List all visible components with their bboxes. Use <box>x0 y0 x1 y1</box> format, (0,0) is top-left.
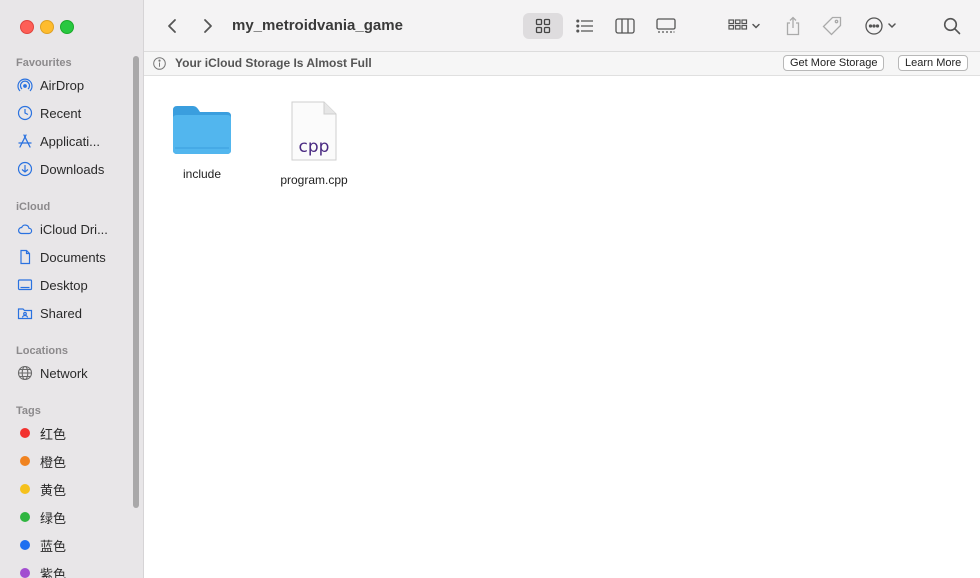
download-icon <box>16 160 34 178</box>
sidebar-item-label: Desktop <box>40 277 88 293</box>
sidebar: Favourites AirDrop Recent Applicati... D… <box>0 0 144 578</box>
share-button[interactable] <box>782 13 804 39</box>
sidebar-item-label: iCloud Dri... <box>40 221 108 237</box>
sidebar-tag-blue[interactable]: 蓝色 <box>16 534 134 556</box>
applications-icon <box>16 132 34 150</box>
minimize-window-button[interactable] <box>40 20 54 34</box>
sidebar-tag-yellow[interactable]: 黄色 <box>16 478 134 500</box>
share-icon <box>786 16 800 36</box>
sidebar-item-desktop[interactable]: Desktop <box>16 274 134 296</box>
tags-button[interactable] <box>820 13 844 39</box>
sidebar-item-icloud-drive[interactable]: iCloud Dri... <box>16 218 134 240</box>
list-icon <box>576 19 593 33</box>
close-window-button[interactable] <box>20 20 34 34</box>
sidebar-scrollbar[interactable] <box>133 56 139 508</box>
cpp-label: cpp <box>299 137 330 157</box>
view-gallery-button[interactable] <box>647 13 685 39</box>
window-title: my_metroidvania_game <box>232 17 403 34</box>
sidebar-item-label: Shared <box>40 305 82 321</box>
clock-icon <box>16 104 34 122</box>
file-item-include[interactable]: include <box>152 100 252 181</box>
sidebar-item-recent[interactable]: Recent <box>16 102 134 124</box>
chevron-right-icon <box>204 19 212 33</box>
more-actions-button[interactable] <box>862 13 902 39</box>
group-grid-icon <box>728 19 760 30</box>
sidebar-item-label: Applicati... <box>40 133 100 149</box>
sidebar-item-documents[interactable]: Documents <box>16 246 134 268</box>
search-button[interactable] <box>941 13 963 39</box>
tag-color-dot <box>20 540 30 550</box>
folder-icon <box>173 106 231 154</box>
sidebar-tag-purple[interactable]: 紫色 <box>16 562 134 578</box>
sidebar-tag-green[interactable]: 绿色 <box>16 506 134 528</box>
globe-icon <box>16 364 34 382</box>
sidebar-tag-red[interactable]: 红色 <box>16 422 134 444</box>
sidebar-item-label: Recent <box>40 105 82 121</box>
sidebar-item-label: AirDrop <box>40 77 85 93</box>
info-icon <box>153 57 166 70</box>
sidebar-item-downloads[interactable]: Downloads <box>16 158 134 180</box>
sidebar-item-applications[interactable]: Applicati... <box>16 130 134 152</box>
chevron-left-icon <box>168 19 176 33</box>
sidebar-item-label: Network <box>40 365 88 381</box>
sidebar-item-label: Documents <box>40 249 106 265</box>
airdrop-icon <box>16 76 34 94</box>
group-by-button[interactable] <box>724 13 766 39</box>
section-locations[interactable]: Locations <box>16 345 68 357</box>
get-more-storage-button[interactable]: Get More Storage <box>783 55 885 71</box>
sidebar-item-label: 黄色 <box>40 482 67 498</box>
sidebar-item-label: 红色 <box>40 426 67 442</box>
zoom-window-button[interactable] <box>60 20 74 34</box>
sidebar-item-label: 蓝色 <box>40 538 67 554</box>
forward-button[interactable] <box>198 13 218 39</box>
sidebar-tag-orange[interactable]: 橙色 <box>16 450 134 472</box>
toolbar: my_metroidvania_game <box>144 0 980 52</box>
icon-grid-icon <box>535 18 551 34</box>
section-favourites[interactable]: Favourites <box>16 57 72 69</box>
shared-folder-icon <box>16 304 34 322</box>
tag-icon <box>822 16 842 36</box>
file-item-program-cpp[interactable]: cpp program.cpp <box>264 100 364 187</box>
sidebar-item-label: 橙色 <box>40 454 67 470</box>
sidebar-item-airdrop[interactable]: AirDrop <box>16 74 134 96</box>
view-icons-button[interactable] <box>523 13 563 39</box>
tag-color-dot <box>20 484 30 494</box>
search-icon <box>943 17 961 35</box>
sidebar-item-network[interactable]: Network <box>16 362 134 384</box>
tag-color-dot <box>20 568 30 578</box>
sidebar-item-label: 紫色 <box>40 566 67 578</box>
tag-color-dot <box>20 456 30 466</box>
file-name: program.cpp <box>280 173 348 187</box>
sidebar-item-label: Downloads <box>40 161 105 177</box>
sidebar-item-shared[interactable]: Shared <box>16 302 134 324</box>
document-icon <box>16 248 34 266</box>
more-icon <box>865 17 896 35</box>
cpp-file-icon: cpp <box>291 101 337 161</box>
cloud-icon <box>16 220 34 238</box>
banner-message: Your iCloud Storage Is Almost Full <box>175 56 372 70</box>
back-button[interactable] <box>162 13 182 39</box>
view-columns-button[interactable] <box>606 13 644 39</box>
icloud-storage-banner: Your iCloud Storage Is Almost Full Get M… <box>144 52 980 76</box>
tag-color-dot <box>20 512 30 522</box>
section-icloud[interactable]: iCloud <box>16 201 50 213</box>
file-name: include <box>182 167 222 181</box>
learn-more-button[interactable]: Learn More <box>898 55 969 71</box>
columns-icon <box>615 18 635 34</box>
gallery-icon <box>656 18 676 33</box>
desktop-icon <box>16 276 34 294</box>
tag-color-dot <box>20 428 30 438</box>
view-list-button[interactable] <box>566 13 604 39</box>
section-tags[interactable]: Tags <box>16 405 41 417</box>
sidebar-item-label: 绿色 <box>40 510 67 526</box>
